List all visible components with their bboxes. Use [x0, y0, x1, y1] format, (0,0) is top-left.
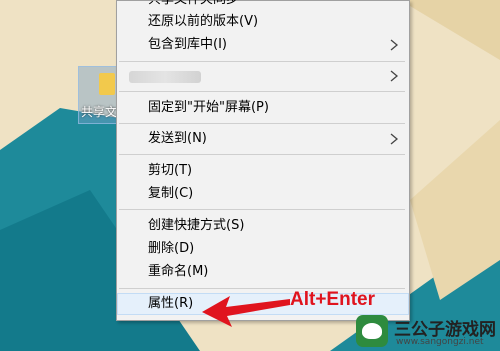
- menu-item-label: 删除(D): [148, 241, 195, 256]
- watermark: 三公子游戏网 www.sangongzi.net: [350, 313, 500, 351]
- chevron-right-icon: [390, 133, 399, 145]
- menu-item-blurred[interactable]: [117, 65, 409, 87]
- blurred-label: [129, 71, 201, 83]
- desktop-folder-label: 共享文: [81, 105, 118, 119]
- menu-item-restore-previous-versions[interactable]: 还原以前的版本(V): [117, 11, 409, 33]
- menu-separator: [119, 123, 405, 124]
- menu-item-label: 复制(C): [148, 186, 194, 201]
- chevron-right-icon: [390, 70, 399, 82]
- menu-item-create-shortcut[interactable]: 创建快捷方式(S): [117, 215, 409, 237]
- menu-item-label: 发送到(N): [148, 131, 207, 146]
- menu-item-label: 还原以前的版本(V): [148, 14, 259, 29]
- menu-item-rename[interactable]: 重命名(M): [117, 261, 409, 283]
- menu-item-send-to[interactable]: 发送到(N): [117, 128, 409, 150]
- desktop-folder-icon[interactable]: 共享文: [78, 66, 120, 124]
- menu-item-pin-to-start[interactable]: 固定到"开始"屏幕(P): [117, 97, 409, 119]
- menu-item-label: 剪切(T): [148, 163, 193, 178]
- menu-item-label: 共享文件夹同步: [148, 0, 239, 11]
- menu-item-label: 重命名(M): [148, 264, 209, 279]
- menu-item-label: 创建快捷方式(S): [148, 218, 245, 233]
- chevron-right-icon: [390, 39, 399, 51]
- menu-item-label: 包含到库中(I): [148, 37, 227, 52]
- menu-item-label: 固定到"开始"屏幕(P): [148, 100, 269, 115]
- watermark-logo-icon: [356, 315, 388, 347]
- menu-item-delete[interactable]: 删除(D): [117, 238, 409, 260]
- context-menu: 共享文件夹同步 还原以前的版本(V) 包含到库中(I) 固定到"开始"屏幕(P)…: [116, 0, 410, 321]
- menu-item-include-in-library[interactable]: 包含到库中(I): [117, 34, 409, 56]
- watermark-logo-face: [362, 323, 382, 339]
- menu-item-label: 属性(R): [148, 296, 194, 311]
- menu-item-cut[interactable]: 剪切(T): [117, 160, 409, 182]
- menu-item-partial-top[interactable]: 共享文件夹同步: [117, 0, 409, 11]
- red-arrow-annotation: [202, 296, 290, 327]
- menu-separator: [119, 154, 405, 155]
- menu-item-copy[interactable]: 复制(C): [117, 183, 409, 205]
- folder-icon: [99, 73, 115, 95]
- watermark-url: www.sangongzi.net: [396, 337, 484, 347]
- menu-separator: [119, 61, 405, 62]
- menu-separator: [119, 209, 405, 210]
- shortcut-annotation: Alt+Enter: [290, 289, 375, 310]
- menu-separator: [119, 91, 405, 92]
